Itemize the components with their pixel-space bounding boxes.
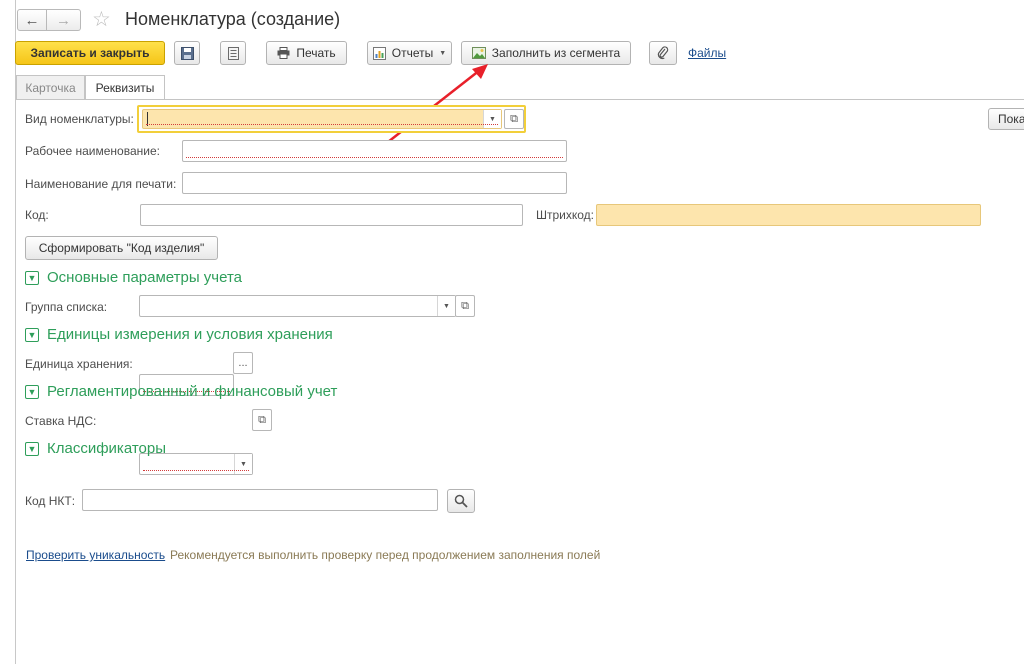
floppy-disk-icon bbox=[180, 46, 194, 60]
chevron-down-icon: ▼ bbox=[240, 460, 247, 468]
nkt-code-input[interactable] bbox=[82, 489, 438, 511]
printer-icon bbox=[277, 47, 290, 59]
tab-card[interactable]: Карточка bbox=[16, 75, 85, 99]
favorite-star-icon[interactable]: ☆ bbox=[92, 7, 111, 32]
vat-rate-open-button[interactable]: ⧉ bbox=[252, 409, 272, 431]
check-uniqueness-link[interactable]: Проверить уникальность bbox=[26, 548, 165, 562]
save-and-close-button[interactable]: Записать и закрыть bbox=[15, 41, 165, 65]
storage-unit-label: Единица хранения: bbox=[25, 357, 133, 371]
document-icon bbox=[227, 46, 239, 60]
code-label: Код: bbox=[25, 208, 49, 222]
forward-button[interactable]: → bbox=[47, 9, 81, 31]
section-accounting-title: Основные параметры учета bbox=[47, 269, 243, 286]
chevron-down-icon: ▼ bbox=[25, 327, 39, 342]
arrow-right-icon: → bbox=[56, 11, 71, 29]
attach-button[interactable] bbox=[649, 41, 677, 65]
barcode-input[interactable] bbox=[596, 204, 981, 226]
paperclip-icon bbox=[657, 46, 669, 60]
working-name-label: Рабочее наименование: bbox=[25, 144, 160, 158]
print-label: Печать bbox=[296, 46, 336, 60]
chevron-down-icon: ▼ bbox=[489, 115, 496, 123]
section-classifiers-header[interactable]: ▼ Классификаторы bbox=[25, 440, 166, 457]
document-list-button[interactable] bbox=[220, 41, 246, 65]
text-cursor bbox=[147, 112, 148, 126]
kind-dropdown-button[interactable]: ▼ bbox=[483, 110, 501, 128]
tab-divider bbox=[16, 99, 1024, 100]
files-link[interactable]: Файлы bbox=[688, 46, 726, 60]
open-window-icon: ⧉ bbox=[461, 299, 469, 312]
save-button[interactable] bbox=[174, 41, 200, 65]
reports-icon bbox=[372, 46, 386, 60]
open-window-icon: ⧉ bbox=[510, 112, 518, 125]
nkt-search-button[interactable] bbox=[447, 489, 475, 513]
print-name-input[interactable] bbox=[182, 172, 567, 194]
uniqueness-hint: Рекомендуется выполнить проверку перед п… bbox=[170, 548, 601, 562]
working-name-input[interactable] bbox=[182, 140, 567, 162]
chevron-down-icon: ▼ bbox=[25, 384, 39, 399]
code-input[interactable] bbox=[140, 204, 523, 226]
search-icon bbox=[454, 494, 468, 508]
chevron-down-icon: ▼ bbox=[25, 270, 39, 285]
print-button[interactable]: Печать bbox=[266, 41, 347, 65]
show-button[interactable]: Пока bbox=[988, 108, 1024, 130]
dropdown-arrow-icon: ▼ bbox=[439, 49, 447, 57]
generate-code-button[interactable]: Сформировать "Код изделия" bbox=[25, 236, 218, 260]
list-group-label: Группа списка: bbox=[25, 300, 108, 314]
vat-rate-label: Ставка НДС: bbox=[25, 414, 97, 428]
chevron-down-icon: ▼ bbox=[25, 441, 39, 456]
kind-field-wrapper: ▼ ⧉ bbox=[137, 105, 526, 133]
section-accounting-header[interactable]: ▼ Основные параметры учета bbox=[25, 269, 242, 286]
arrow-left-icon: ← bbox=[24, 11, 40, 29]
kind-input[interactable]: ▼ bbox=[142, 109, 502, 129]
section-classifiers-title: Классификаторы bbox=[47, 440, 167, 457]
vat-rate-dropdown-button[interactable]: ▼ bbox=[234, 454, 252, 474]
section-units-title: Единицы измерения и условия хранения bbox=[47, 326, 333, 343]
fill-from-segment-label: Заполнить из сегмента bbox=[491, 46, 621, 60]
open-window-icon: ⧉ bbox=[258, 413, 266, 426]
list-group-open-button[interactable]: ⧉ bbox=[455, 295, 475, 317]
section-regulated-title: Регламентированный и финансовый учет bbox=[47, 383, 338, 400]
image-icon bbox=[471, 47, 486, 59]
chevron-down-icon: ▼ bbox=[443, 302, 450, 310]
print-name-label: Наименование для печати: bbox=[25, 177, 177, 191]
nkt-code-label: Код НКТ: bbox=[25, 494, 76, 508]
list-group-input[interactable]: ▼ bbox=[139, 295, 456, 317]
tab-requisites[interactable]: Реквизиты bbox=[85, 75, 165, 100]
list-group-dropdown-button[interactable]: ▼ bbox=[437, 296, 455, 316]
storage-unit-select-button[interactable]: ... bbox=[233, 352, 253, 374]
kind-open-button[interactable]: ⧉ bbox=[504, 109, 524, 129]
kind-label: Вид номенклатуры: bbox=[25, 112, 134, 126]
section-units-header[interactable]: ▼ Единицы измерения и условия хранения bbox=[25, 326, 333, 343]
back-button[interactable]: ← bbox=[17, 9, 47, 31]
section-regulated-header[interactable]: ▼ Регламентированный и финансовый учет bbox=[25, 383, 337, 400]
page-title: Номенклатура (создание) bbox=[125, 9, 341, 29]
barcode-label: Штрихкод: bbox=[536, 208, 595, 222]
reports-label: Отчеты bbox=[391, 46, 434, 60]
